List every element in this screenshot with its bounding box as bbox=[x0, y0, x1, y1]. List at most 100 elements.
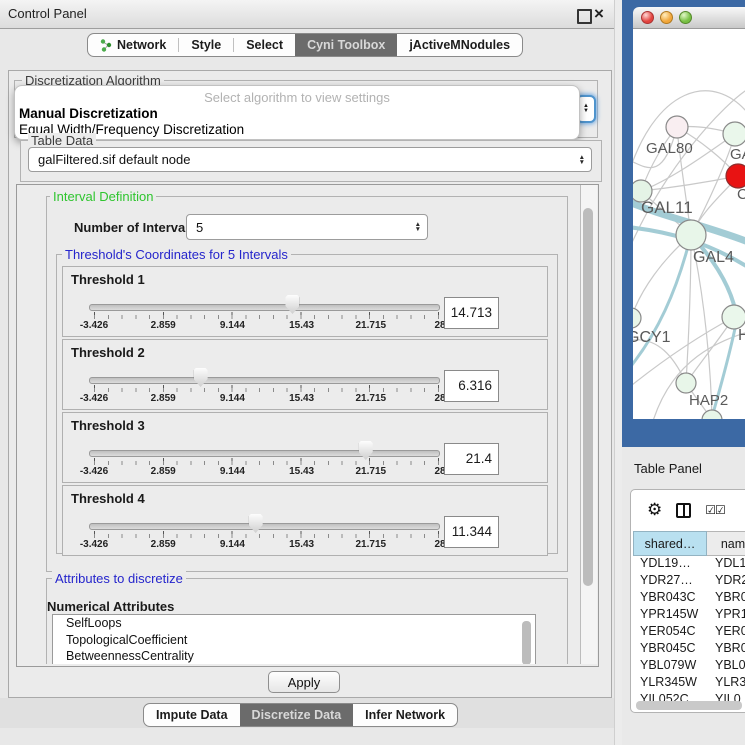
network-window-titlebar[interactable] bbox=[633, 7, 745, 29]
minimize-traffic-light[interactable] bbox=[660, 11, 673, 24]
table-toolbar: ⚙ ☑☑ bbox=[631, 490, 745, 530]
combo-arrows-icon: ▲ ▼ bbox=[573, 155, 591, 165]
table-row[interactable]: YBL079WYBL0 bbox=[633, 658, 745, 675]
scale-label: 15.43 bbox=[289, 539, 314, 550]
tab-discretize-data-label: Discretize Data bbox=[252, 708, 342, 722]
slider-scale-labels: -3.426 2.859 9.144 15.43 21.715 28 bbox=[94, 466, 440, 478]
cell: YDL1 bbox=[707, 556, 745, 573]
slider-scale-labels: -3.426 2.859 9.144 15.43 21.715 28 bbox=[94, 320, 440, 332]
dropdown-prompt: Select algorithm to view settings bbox=[15, 90, 579, 105]
column-header-shared-name[interactable]: shared… bbox=[633, 531, 707, 556]
tab-cyni-toolbox[interactable]: Cyni Toolbox bbox=[295, 34, 397, 56]
spinner-arrows-icon: ▲ ▼ bbox=[409, 222, 427, 232]
threshold-4-slider-track[interactable] bbox=[89, 523, 440, 530]
node-h[interactable] bbox=[722, 305, 745, 329]
close-traffic-light[interactable] bbox=[641, 11, 654, 24]
threshold-4-label: Threshold 4 bbox=[71, 491, 145, 506]
cell: YLR345W bbox=[633, 675, 707, 692]
cell: YER0 bbox=[707, 624, 745, 641]
tab-select[interactable]: Select bbox=[234, 34, 295, 56]
table-row[interactable]: YER054CYER0 bbox=[633, 624, 745, 641]
cell: YPR145W bbox=[633, 607, 707, 624]
close-icon[interactable]: × bbox=[594, 4, 604, 24]
list-item[interactable]: BetweennessCentrality bbox=[53, 648, 535, 664]
scale-label: 2.859 bbox=[151, 320, 176, 331]
column-header-name[interactable]: name bbox=[707, 531, 745, 556]
tab-network[interactable]: Network bbox=[88, 34, 178, 56]
node-hap2[interactable] bbox=[676, 373, 696, 393]
slider-scale-labels: -3.426 2.859 9.144 15.43 21.715 28 bbox=[94, 539, 440, 551]
tab-impute-data[interactable]: Impute Data bbox=[144, 704, 240, 726]
table-row[interactable]: YBR045CYBR0 bbox=[633, 641, 745, 658]
scale-label: 15.43 bbox=[289, 320, 314, 331]
apply-button[interactable]: Apply bbox=[268, 671, 340, 693]
table-row[interactable]: YDL19…YDL1 bbox=[633, 556, 745, 573]
scale-label: 2.859 bbox=[151, 466, 176, 477]
settings-scroll-content: Interval Definition Number of Intervals … bbox=[17, 185, 580, 664]
slider-minor-ticks bbox=[94, 534, 440, 538]
scale-label: 2.859 bbox=[151, 393, 176, 404]
horizontal-scrollbar-thumb[interactable] bbox=[636, 701, 742, 710]
threshold-4-value-field[interactable]: 11.344 bbox=[444, 516, 499, 548]
threshold-2-value-field[interactable]: 6.316 bbox=[444, 370, 499, 402]
float-window-icon[interactable] bbox=[577, 9, 592, 24]
cell: YBR0 bbox=[707, 641, 745, 658]
node-gal4[interactable] bbox=[676, 220, 706, 250]
node-label: GA bbox=[730, 146, 745, 163]
tab-jactivemnodules[interactable]: jActiveMNodules bbox=[397, 34, 522, 56]
scale-label: 9.144 bbox=[220, 466, 245, 477]
network-canvas[interactable]: GAL80 GA C GAL11 GAL4 GCY1 H HAP2 bbox=[633, 29, 745, 419]
settings-scrollbar-thumb[interactable] bbox=[583, 208, 593, 586]
checkbox-columns-icon[interactable]: ☑☑ bbox=[705, 503, 725, 517]
algorithm-dropdown-popup: Select algorithm to view settings Manual… bbox=[14, 85, 580, 140]
node-gcy1[interactable] bbox=[633, 308, 641, 328]
tab-infer-network[interactable]: Infer Network bbox=[353, 704, 457, 726]
slider-scale-labels: -3.426 2.859 9.144 15.43 21.715 28 bbox=[94, 393, 440, 405]
table-row[interactable]: YBR043CYBR0 bbox=[633, 590, 745, 607]
tab-discretize-data[interactable]: Discretize Data bbox=[240, 704, 354, 726]
threshold-2-slider-track[interactable] bbox=[89, 377, 440, 384]
threshold-1-value-field[interactable]: 14.713 bbox=[444, 297, 499, 329]
cell: YBL079W bbox=[633, 658, 707, 675]
dropdown-option-manual[interactable]: Manual Discretization bbox=[19, 106, 158, 121]
combo-down-icon: ▼ bbox=[579, 160, 585, 165]
spinner-down-icon: ▼ bbox=[415, 227, 421, 232]
split-columns-icon[interactable] bbox=[676, 503, 691, 518]
threshold-3-label: Threshold 3 bbox=[71, 418, 145, 433]
number-of-intervals-spinner[interactable]: 5 ▲ ▼ bbox=[186, 214, 428, 240]
slider-minor-ticks bbox=[94, 315, 440, 319]
table-row[interactable]: YDR27…YDR2 bbox=[633, 573, 745, 590]
control-panel-titlebar bbox=[0, 0, 614, 29]
table-row[interactable]: YLR345WYLR3 bbox=[633, 675, 745, 692]
node-partial[interactable] bbox=[702, 410, 722, 419]
threshold-3-value-field[interactable]: 21.4 bbox=[444, 443, 499, 475]
thresholds-group-title: Threshold's Coordinates for 5 Intervals bbox=[62, 247, 291, 262]
table-row[interactable]: YPR145WYPR1 bbox=[633, 607, 745, 624]
gear-icon[interactable]: ⚙ bbox=[647, 500, 662, 520]
cell: YBR045C bbox=[633, 641, 707, 658]
scale-label: 21.715 bbox=[356, 320, 387, 331]
numerical-attributes-label: Numerical Attributes bbox=[47, 599, 174, 614]
list-item[interactable]: TopologicalCoefficient bbox=[53, 632, 535, 649]
threshold-1-slider-track[interactable] bbox=[89, 304, 440, 311]
panel-title: Control Panel bbox=[8, 6, 87, 21]
node-gal80[interactable] bbox=[666, 116, 688, 138]
node-red[interactable] bbox=[726, 164, 745, 188]
cell: YLR3 bbox=[707, 675, 745, 692]
number-of-intervals-label: Number of Intervals bbox=[74, 220, 196, 235]
table-header-row: shared… name bbox=[633, 531, 745, 556]
cell: YBR043C bbox=[633, 590, 707, 607]
threshold-2-label: Threshold 2 bbox=[71, 345, 145, 360]
cell: YDR2 bbox=[707, 573, 745, 590]
node-ga[interactable] bbox=[723, 122, 745, 146]
scale-label: -3.426 bbox=[80, 539, 108, 550]
list-item[interactable]: SelfLoops bbox=[53, 615, 535, 632]
tab-impute-data-label: Impute Data bbox=[156, 708, 228, 722]
tab-style[interactable]: Style bbox=[179, 34, 233, 56]
threshold-3-slider-track[interactable] bbox=[89, 450, 440, 457]
table-data-combobox[interactable]: galFiltered.sif default node ▲ ▼ bbox=[28, 147, 592, 172]
zoom-traffic-light[interactable] bbox=[679, 11, 692, 24]
cell: YBL0 bbox=[707, 658, 745, 675]
list-scrollbar[interactable] bbox=[522, 621, 531, 664]
attributes-group-title: Attributes to discretize bbox=[52, 571, 186, 586]
